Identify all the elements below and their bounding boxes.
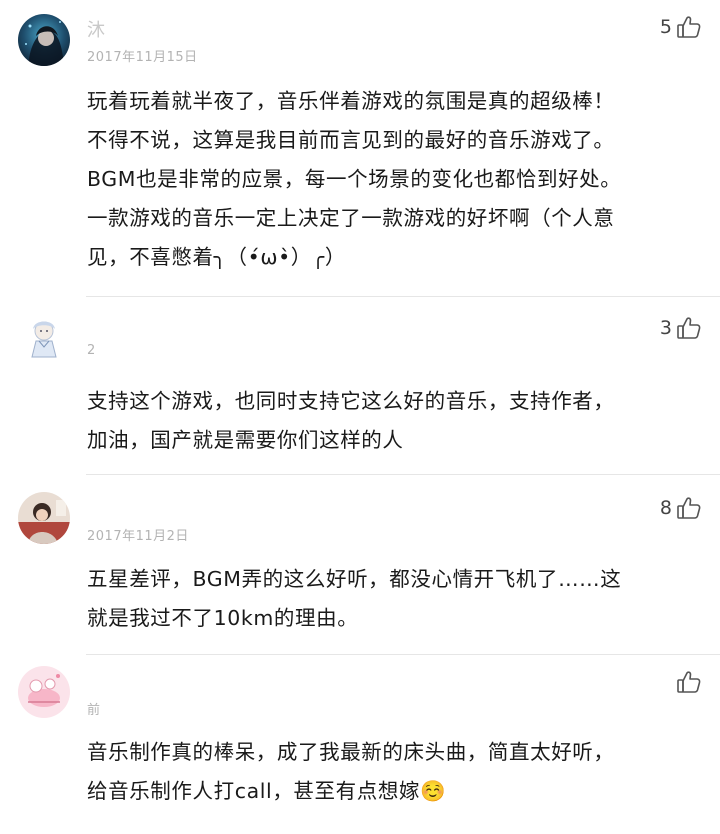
comment-line: 支持这个游戏，也同时支持它这么好的音乐，支持作者，	[87, 389, 615, 413]
timestamp: 2	[87, 343, 96, 358]
comment-body: 五星差评，BGM弄的这么好听，都没心情开飞机了……这 就是我过不了10km的理由…	[87, 560, 702, 638]
thumbs-up-icon[interactable]	[676, 495, 702, 521]
comment-line: 不得不说，这算是我目前而言见到的最好的音乐游戏了。	[87, 128, 615, 152]
like-count: 5	[659, 16, 672, 38]
thumbs-up-icon[interactable]	[676, 669, 702, 695]
comment-line: 见，不喜憋着╮（•́ω•̀）╭）	[87, 245, 346, 269]
timestamp: 2017年11月15日	[87, 50, 198, 65]
timestamp: 前	[87, 703, 101, 718]
like-button[interactable]: 5	[660, 14, 702, 40]
comment-list: 沐 2017年11月15日 5 玩着玩着就半夜了，音乐伴着游戏的氛围是真的超级棒…	[0, 0, 720, 834]
avatar[interactable]	[18, 14, 70, 66]
comment-line: 玩着玩着就半夜了，音乐伴着游戏的氛围是真的超级棒！	[87, 89, 615, 113]
comment-item: 前 音乐制作真的棒呆，成了我最新的床头曲，简直太好听， 给音乐制作人打call，…	[0, 655, 720, 834]
like-button[interactable]: 3	[660, 315, 702, 341]
thumbs-up-icon[interactable]	[676, 315, 702, 341]
comment-line: 给音乐制作人打call，甚至有点想嫁☺️	[87, 779, 447, 803]
like-button[interactable]	[672, 669, 702, 695]
comment-line: 就是我过不了10km的理由。	[87, 606, 359, 630]
comment-body: 支持这个游戏，也同时支持它这么好的音乐，支持作者， 加油，国产就是需要你们这样的…	[87, 382, 702, 460]
like-count: 3	[659, 317, 672, 339]
comment-item: 2 3 支持这个游戏，也同时支持它这么好的音乐，支持作者， 加油，国产就是需要你…	[0, 297, 720, 475]
username[interactable]: 沐	[87, 16, 106, 42]
comment-body: 玩着玩着就半夜了，音乐伴着游戏的氛围是真的超级棒！ 不得不说，这算是我目前而言见…	[87, 82, 702, 277]
timestamp: 2017年11月2日	[87, 529, 189, 544]
comment-line: BGM也是非常的应景，每一个场景的变化也都恰到好处。	[87, 167, 622, 191]
comment-line: 加油，国产就是需要你们这样的人	[87, 428, 404, 452]
avatar[interactable]	[18, 311, 70, 363]
comment-line: 五星差评，BGM弄的这么好听，都没心情开飞机了……这	[87, 567, 622, 591]
comment-body: 音乐制作真的棒呆，成了我最新的床头曲，简直太好听， 给音乐制作人打call，甚至…	[87, 733, 702, 811]
comment-line: 一款游戏的音乐一定上决定了一款游戏的好坏啊（个人意	[87, 206, 615, 230]
avatar[interactable]	[18, 666, 70, 718]
comment-item: 沐 2017年11月15日 5 玩着玩着就半夜了，音乐伴着游戏的氛围是真的超级棒…	[0, 0, 720, 297]
like-count: 8	[659, 497, 672, 519]
thumbs-up-icon[interactable]	[676, 14, 702, 40]
comment-item: 2017年11月2日 8 五星差评，BGM弄的这么好听，都没心情开飞机了……这 …	[0, 475, 720, 655]
comment-line: 音乐制作真的棒呆，成了我最新的床头曲，简直太好听，	[87, 740, 615, 764]
like-button[interactable]: 8	[660, 495, 702, 521]
avatar[interactable]	[18, 492, 70, 544]
